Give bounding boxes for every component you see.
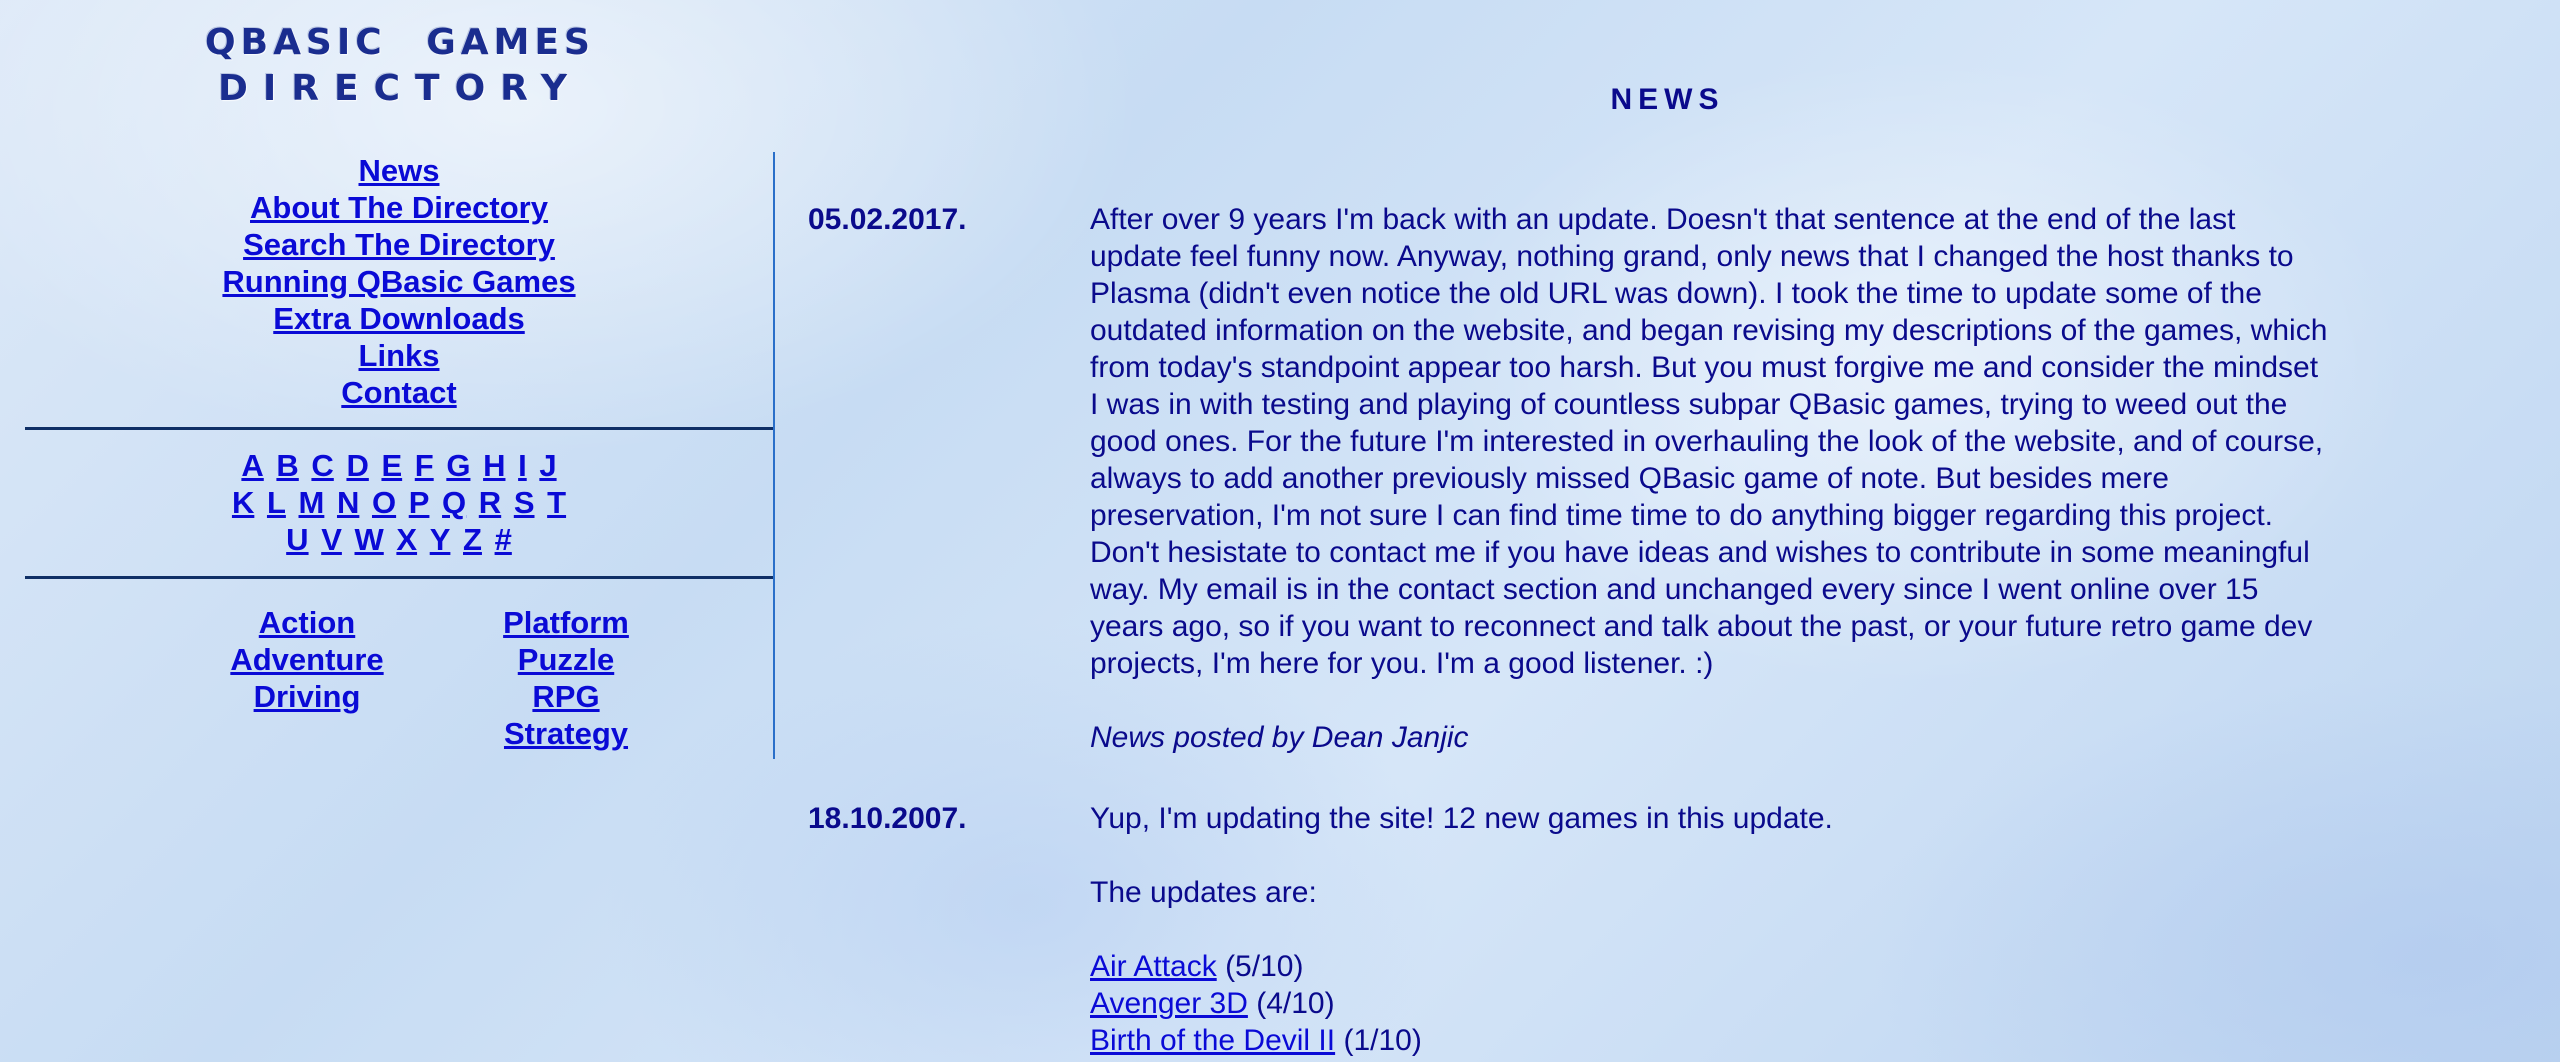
letter-link-hash[interactable]: # — [495, 522, 512, 557]
letter-link-w[interactable]: W — [355, 522, 384, 557]
news-signature: News posted by Dean Janjic — [1090, 721, 1469, 754]
divider — [25, 576, 773, 579]
letter-link-n[interactable]: N — [337, 485, 359, 520]
letter-link-b[interactable]: B — [276, 448, 298, 483]
news-date: 18.10.2007. — [808, 802, 967, 835]
letter-link-h[interactable]: H — [483, 448, 505, 483]
letter-link-a[interactable]: A — [241, 448, 263, 483]
alphabet-row-1: A B C D E F G H I J — [25, 447, 773, 484]
game-link-birth-of-the-devil-ii[interactable]: Birth of the Devil II — [1090, 1024, 1335, 1057]
nav-link-running[interactable]: Running QBasic Games — [222, 263, 575, 300]
genre-link-adventure[interactable]: Adventure — [230, 641, 383, 678]
letter-link-j[interactable]: J — [539, 448, 556, 483]
letter-link-c[interactable]: C — [311, 448, 333, 483]
main-navigation: News About The Directory Search The Dire… — [25, 152, 773, 411]
news-body: After over 9 years I'm back with an upda… — [1090, 201, 2330, 756]
letter-link-x[interactable]: X — [396, 522, 417, 557]
nav-link-contact[interactable]: Contact — [341, 374, 456, 411]
genre-link-platform[interactable]: Platform — [503, 604, 629, 641]
nav-link-links[interactable]: Links — [359, 337, 440, 374]
nav-link-news[interactable]: News — [359, 152, 440, 189]
game-link-air-attack[interactable]: Air Attack — [1090, 950, 1217, 983]
nav-link-about[interactable]: About The Directory — [250, 189, 548, 226]
genre-link-action[interactable]: Action — [259, 604, 355, 641]
genre-link-puzzle[interactable]: Puzzle — [518, 641, 614, 678]
letter-link-p[interactable]: P — [409, 485, 430, 520]
alphabet-row-2: K L M N O P Q R S T — [25, 484, 773, 521]
news-text: After over 9 years I'm back with an upda… — [1090, 203, 2328, 680]
letter-link-e[interactable]: E — [381, 448, 402, 483]
logo-line-1: QBASIC GAMES — [205, 22, 595, 63]
genre-column-2: Platform Puzzle RPG Strategy — [441, 604, 691, 752]
updates-list: Air Attack (5/10) Avenger 3D (4/10) Birt… — [1090, 948, 2330, 1059]
letter-link-m[interactable]: M — [299, 485, 325, 520]
genre-link-rpg[interactable]: RPG — [532, 678, 599, 715]
news-date: 05.02.2017. — [808, 203, 967, 236]
genre-link-strategy[interactable]: Strategy — [504, 715, 628, 752]
divider — [25, 427, 773, 430]
list-item: Air Attack (5/10) — [1090, 950, 1303, 983]
updates-label: The updates are: — [1090, 876, 1317, 909]
letter-link-g[interactable]: G — [446, 448, 470, 483]
letter-link-s[interactable]: S — [514, 485, 535, 520]
news-body: Yup, I'm updating the site! 12 new games… — [1090, 800, 2330, 1059]
letter-link-k[interactable]: K — [232, 485, 254, 520]
genre-link-driving[interactable]: Driving — [254, 678, 361, 715]
letter-link-u[interactable]: U — [286, 522, 308, 557]
letter-link-o[interactable]: O — [372, 485, 396, 520]
game-link-avenger-3d[interactable]: Avenger 3D — [1090, 987, 1248, 1020]
letter-link-r[interactable]: R — [479, 485, 501, 520]
letter-link-y[interactable]: Y — [430, 522, 451, 557]
letter-link-i[interactable]: I — [518, 448, 527, 483]
alphabet-index: A B C D E F G H I J K L M N O P Q R S T … — [25, 447, 773, 558]
alphabet-row-3: U V W X Y Z # — [25, 521, 773, 558]
letter-link-q[interactable]: Q — [442, 485, 466, 520]
letter-link-f[interactable]: F — [415, 448, 434, 483]
site-logo: QBASIC GAMES DIRECTORY — [25, 20, 775, 112]
sidebar: QBASIC GAMES DIRECTORY News About The Di… — [25, 0, 773, 760]
game-rating: (1/10) — [1343, 1024, 1422, 1057]
letter-link-t[interactable]: T — [547, 485, 566, 520]
letter-link-z[interactable]: Z — [463, 522, 482, 557]
logo-line-2: DIRECTORY — [218, 68, 582, 109]
sidebar-vertical-divider — [773, 152, 775, 759]
letter-link-v[interactable]: V — [321, 522, 342, 557]
game-rating: (4/10) — [1256, 987, 1335, 1020]
news-text: Yup, I'm updating the site! 12 new games… — [1090, 802, 1833, 835]
letter-link-l[interactable]: L — [267, 485, 286, 520]
nav-link-downloads[interactable]: Extra Downloads — [273, 300, 525, 337]
letter-link-d[interactable]: D — [346, 448, 368, 483]
list-item: Birth of the Devil II (1/10) — [1090, 1024, 1422, 1057]
nav-link-search[interactable]: Search The Directory — [243, 226, 555, 263]
game-rating: (5/10) — [1225, 950, 1304, 983]
page-title: NEWS — [1610, 83, 1725, 116]
list-item: Avenger 3D (4/10) — [1090, 987, 1335, 1020]
genre-column-1: Action Adventure Driving — [182, 604, 432, 715]
